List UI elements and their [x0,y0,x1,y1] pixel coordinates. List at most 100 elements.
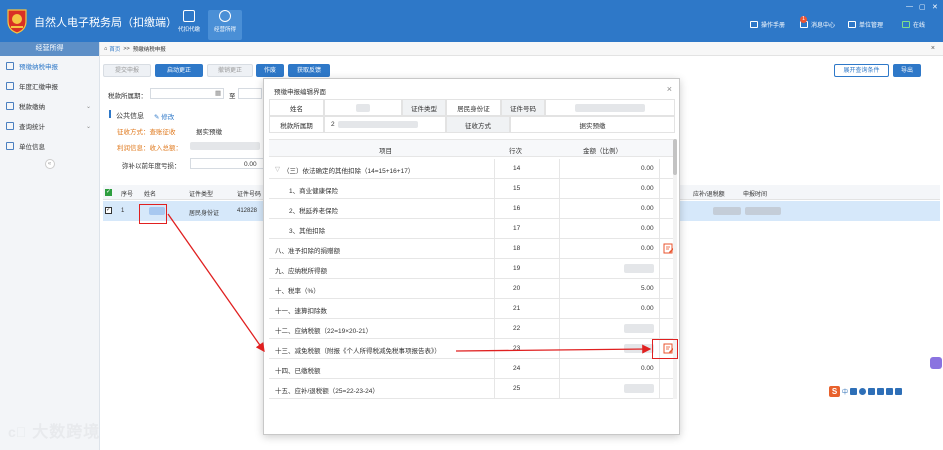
dialog-table-header: 项目 行次 金额（比例） [269,139,675,157]
dialog-row: 3、其他扣除 17 0.00 [269,219,675,239]
row-amount: 0.00 [641,205,654,212]
chevron-down-icon: ⌄ [85,123,91,130]
breadcrumb-separator: >> [123,45,130,52]
message-label: 消息中心 [811,23,836,29]
col-name: 姓名 [144,192,157,198]
grid-icon [6,142,14,150]
start-correct-button[interactable]: 启动更正 [155,64,203,77]
sidebar-item-annual-declare[interactable]: 年度汇缴申报 [0,76,99,96]
dialog-scrollbar[interactable] [673,139,677,399]
sogou-ime-icon[interactable]: S [829,386,840,397]
submit-declare-button[interactable]: 提交申报 [103,64,151,77]
dialog-row: 十一、速算扣除数 21 0.00 [269,299,675,319]
row-amount: 0.00 [641,225,654,232]
ime-skin-icon[interactable] [886,388,894,395]
row-item: 十二、应纳税额（22=19×20-21） [275,328,373,335]
ime-toolbar[interactable]: S 中 [829,386,903,397]
online-status[interactable]: 在线 [902,20,925,29]
get-feedback-button[interactable]: 获取反馈 [288,64,330,77]
expand-query-button[interactable]: 展开查询条件 [834,64,889,77]
col-id-type: 证件类型 [189,192,214,198]
row-item: 1、商业健康保险 [289,188,339,195]
online-label: 在线 [913,23,926,29]
sidebar: 经营所得 预缴纳税申报 年度汇缴申报 税款缴纳 ⌄ 查询统计 ⌄ 单位信息 « [0,42,100,450]
nav-business-income[interactable]: 经营所得 [208,10,242,40]
ime-keyboard-icon[interactable] [877,388,885,395]
col-id-number: 证件号码 [237,192,262,198]
watermark-logo-icon: ᴄ⃝ [8,424,33,440]
period-value: 2 [324,116,446,133]
col-declare-time: 申报时间 [743,192,768,198]
row-item: 2、税延养老保险 [289,208,339,215]
sidebar-item-label: 税款缴纳 [19,104,45,111]
manual-label: 操作手册 [761,23,786,29]
row-line: 24 [513,365,521,372]
home-icon[interactable]: ⌂ [104,46,107,52]
message-badge: 1 [800,16,807,23]
row-line: 15 [513,185,521,192]
name-value [324,99,402,116]
sidebar-item-prepaid-declare[interactable]: 预缴纳税申报 [0,56,99,76]
sidebar-item-unit-info[interactable]: 单位信息 [0,136,99,156]
sidebar-collapse-button[interactable]: « [44,159,55,169]
floating-assistant-icon[interactable] [930,357,942,369]
sidebar-item-tax-payment[interactable]: 税款缴纳 ⌄ [0,96,99,116]
breadcrumb-home[interactable]: 首页 [109,45,120,53]
unit-management-link[interactable]: 单位管理 [848,20,883,29]
ime-punct-icon[interactable] [850,388,858,395]
row-item: （三）依法确定的其他扣除（14=15+16+17） [283,168,415,175]
maximize-button[interactable]: ▢ [919,3,926,11]
calendar-icon[interactable]: ▦ [215,89,221,97]
nav-withholding[interactable]: 代扣代缴 [172,10,206,40]
col-amount: 金额（比例） [583,148,622,155]
breadcrumb: ⌂ 首页 >> 预缴纳税申报 × [100,42,943,56]
ime-mic-icon[interactable] [868,388,876,395]
cancel-correct-button[interactable]: 撤销更正 [207,64,253,77]
sidebar-item-query-stats[interactable]: 查询统计 ⌄ [0,116,99,136]
method-label: 征收方式 [446,116,510,133]
nav-label: 经营所得 [213,27,236,33]
search-icon [6,122,14,130]
period-start-input[interactable] [150,88,224,99]
window-close-button[interactable]: ✕ [932,3,938,11]
select-all-checkbox[interactable]: ✓ [105,189,112,196]
section-marker [109,110,111,118]
manual-link[interactable]: 操作手册 [750,20,785,29]
period-label: 税款所属期： [108,93,147,100]
scrollbar-thumb[interactable] [673,139,677,175]
layers-icon [219,10,231,22]
ime-emoji-icon[interactable] [859,388,867,395]
ime-grid-icon[interactable] [895,388,903,395]
edit-public-info-link[interactable]: ✎ 修改 [154,111,174,121]
message-center-link[interactable]: 1 消息中心 [800,16,836,29]
tab-close-icon[interactable]: × [931,45,935,52]
export-button[interactable]: 导出 [893,64,921,77]
period-to-label: 至 [229,93,236,100]
row-item: 十三、减免税额（附报《个人所得税减免税事项报告表》） [275,348,441,355]
void-button[interactable]: 作废 [256,64,284,77]
row-amount: 5.00 [641,285,654,292]
row-index: 1 [121,208,125,214]
collapse-icon[interactable]: ▽ [275,165,280,173]
row-line: 16 [513,205,521,212]
loss-value: 0.00 [244,161,257,168]
row-item: 3、其他扣除 [289,228,326,235]
row-item: 八、准予扣除的捐赠额 [275,248,340,255]
row-amount-masked [624,324,654,333]
minimize-button[interactable]: — [906,3,913,10]
highlight-box-name [139,204,167,224]
watermark: ᴄ⃝ 大数跨境 [8,418,100,442]
name-label: 姓名 [269,99,324,116]
loss-label: 弥补以前年度亏损： [122,163,181,170]
dialog-close-button[interactable]: × [667,84,672,94]
row-amount: 0.00 [641,305,654,312]
breadcrumb-current: 预缴纳税申报 [132,46,166,53]
profit-info-label: 利润信息：收入总额： [117,145,182,152]
row-checkbox[interactable]: ✓ [105,207,112,214]
dialog-row: 十二、应纳税额（22=19×20-21） 22 [269,319,675,339]
row-line: 17 [513,225,521,232]
collect-method-label: 征收方式：查账征收 [117,129,176,136]
col-tax-due: 应补/退税额 [693,192,725,198]
period-end-input[interactable] [238,88,262,99]
ime-mode-icon[interactable]: 中 [842,387,848,396]
